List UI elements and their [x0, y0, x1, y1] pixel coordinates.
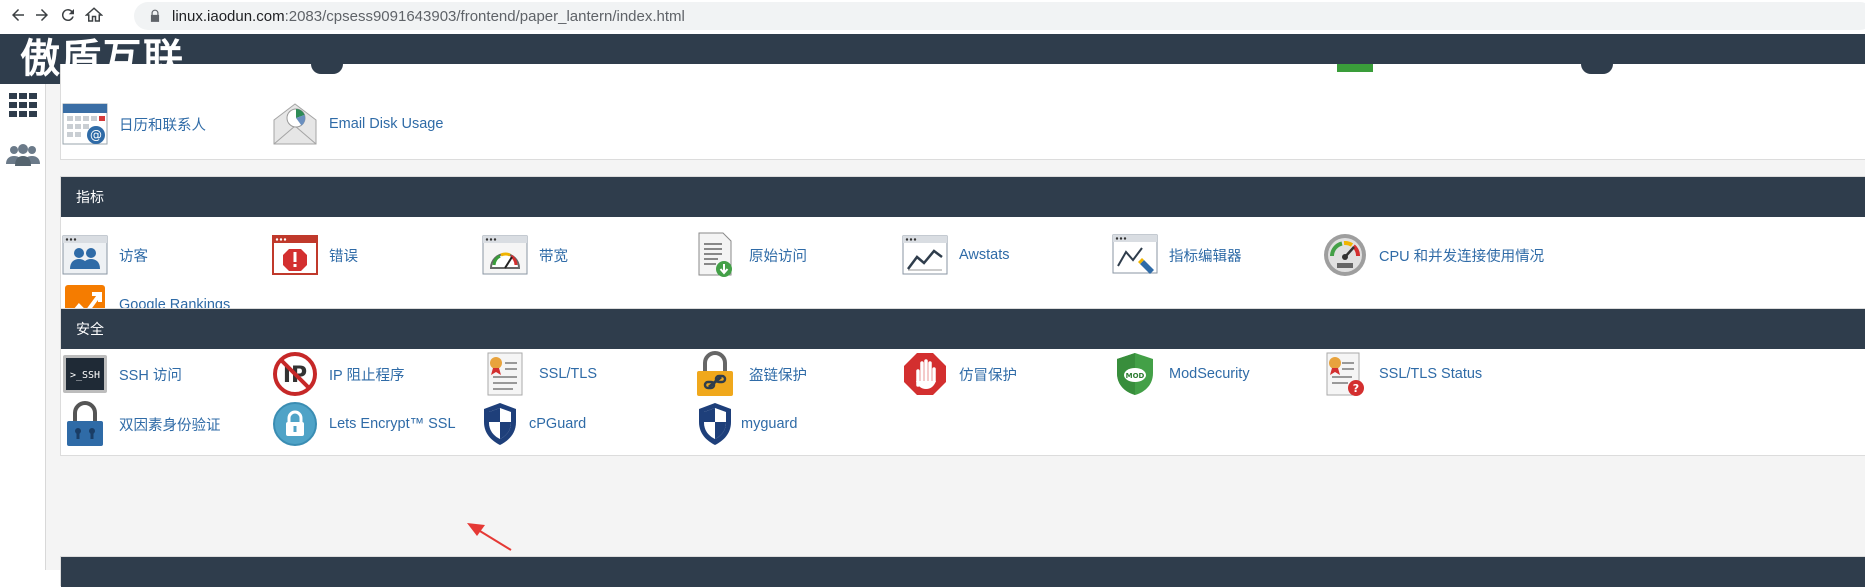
left-sidebar: [0, 84, 46, 570]
cpu-usage-icon: [1321, 231, 1369, 279]
cpguard-item[interactable]: cPGuard: [481, 399, 586, 449]
item-label: SSL/TLS Status: [1379, 366, 1483, 382]
item-label: ModSecurity: [1169, 366, 1250, 382]
item-label: 盗链保护: [749, 367, 807, 384]
url-host: linux.iaodun.com: [172, 7, 285, 25]
main-content: @ 日历和联系人 Email Disk Usage 指标 访客 错误 带宽 原始…: [46, 64, 1865, 587]
lock-icon: [150, 9, 160, 22]
item-label: 错误: [329, 248, 358, 265]
item-label: Awstats: [959, 247, 1010, 263]
item-label: 原始访问: [749, 248, 807, 265]
panel-title[interactable]: 安全: [61, 309, 1865, 349]
myguard-icon: [691, 400, 739, 448]
home-icon: [85, 7, 103, 22]
ip-blocker-item[interactable]: IP IP 阻止程序: [271, 349, 404, 399]
lets-encrypt-item[interactable]: Lets Encrypt™ SSL: [271, 399, 456, 449]
item-label: IP 阻止程序: [329, 367, 405, 384]
ip-blocker-icon: IP: [271, 350, 319, 398]
ssl-tls-icon: [481, 350, 529, 398]
scrolled-icons-row: [61, 64, 1865, 74]
metrics-editor-icon: [1111, 231, 1159, 279]
svg-text:MOD: MOD: [1126, 372, 1145, 380]
item-label: Email Disk Usage: [329, 116, 444, 132]
svg-text:?: ?: [1353, 382, 1359, 395]
modsecurity-item[interactable]: MOD ModSecurity: [1111, 349, 1250, 399]
errors-item[interactable]: 错误: [271, 230, 358, 280]
visitors-icon: [61, 231, 109, 279]
reload-icon: [61, 9, 74, 22]
item-label: 指标编辑器: [1169, 248, 1242, 265]
visitors-item[interactable]: 访客: [61, 230, 148, 280]
errors-icon: [271, 231, 319, 279]
cropped-icon: [1581, 64, 1613, 74]
two-factor-auth-item[interactable]: 双因素身份验证: [61, 399, 221, 449]
ssl-tls-status-item[interactable]: ? SSL/TLS Status: [1321, 349, 1482, 399]
panel-title[interactable]: 指标: [61, 177, 1865, 217]
item-label: CPU 和并发连接使用情况: [1379, 248, 1545, 265]
leech-protection-icon: [901, 350, 949, 398]
ssl-tls-item[interactable]: SSL/TLS: [481, 349, 597, 399]
security-panel: 安全 >_SSH SSH 访问 IP IP 阻止程序: [60, 308, 1865, 456]
address-bar[interactable]: linux.iaodun.com:2083/cpsess9091643903/f…: [134, 2, 1865, 30]
svg-text:@: @: [90, 128, 102, 142]
item-label: 仿冒保护: [959, 367, 1017, 384]
bandwidth-icon: [481, 231, 529, 279]
url-path: :2083/cpsess9091643903/frontend/paper_la…: [284, 7, 685, 25]
users-icon[interactable]: [6, 138, 40, 172]
home-button[interactable]: [76, 0, 112, 30]
cpguard-icon: [481, 400, 519, 448]
browser-toolbar: linux.iaodun.com:2083/cpsess9091643903/f…: [0, 0, 1865, 34]
metrics-editor-item[interactable]: 指标编辑器: [1111, 230, 1242, 280]
email-disk-usage-item[interactable]: Email Disk Usage: [271, 99, 443, 149]
item-label: 双因素身份验证: [119, 417, 221, 434]
item-label: Lets Encrypt™ SSL: [329, 416, 456, 432]
calendar-contacts-item[interactable]: @ 日历和联系人: [61, 99, 206, 149]
lets-encrypt-icon: [271, 400, 319, 448]
myguard-item[interactable]: myguard: [691, 399, 797, 449]
awstats-item[interactable]: Awstats: [901, 230, 1010, 280]
raw-access-item[interactable]: 原始访问: [691, 230, 807, 280]
hotlink-protection-item[interactable]: 盗链保护: [691, 349, 807, 399]
ssh-item[interactable]: >_SSH SSH 访问: [61, 349, 182, 399]
ssl-tls-status-icon: ?: [1321, 350, 1369, 398]
item-label: 带宽: [539, 248, 568, 265]
cropped-icon: [1337, 64, 1373, 72]
awstats-icon: [901, 231, 949, 279]
raw-access-icon: [691, 231, 739, 279]
arrow-right-icon: [36, 9, 48, 21]
email-panel: @ 日历和联系人 Email Disk Usage: [60, 64, 1865, 160]
apps-grid-icon[interactable]: [6, 88, 40, 122]
item-label: 访客: [119, 248, 148, 265]
next-panel: [60, 556, 1865, 587]
cropped-icon: [311, 64, 343, 74]
leech-protection-item[interactable]: 仿冒保护: [901, 349, 1017, 399]
bandwidth-item[interactable]: 带宽: [481, 230, 568, 280]
item-label: cPGuard: [529, 416, 587, 432]
ssh-icon: >_SSH: [61, 350, 109, 398]
item-label: myguard: [741, 416, 798, 432]
two-factor-auth-icon: [61, 400, 109, 448]
annotation-arrow-icon: [467, 523, 512, 551]
item-label: SSL/TLS: [539, 366, 598, 382]
panel-header-cropped: [61, 557, 1865, 587]
modsecurity-icon: MOD: [1111, 350, 1159, 398]
email-disk-usage-icon: [271, 100, 319, 148]
calendar-contacts-icon: @: [61, 100, 109, 148]
svg-text:>_SSH: >_SSH: [70, 370, 100, 381]
hotlink-protection-icon: [691, 350, 739, 398]
item-label: 日历和联系人: [119, 117, 206, 134]
item-label: SSH 访问: [119, 367, 182, 384]
cpu-usage-item[interactable]: CPU 和并发连接使用情况: [1321, 230, 1544, 280]
